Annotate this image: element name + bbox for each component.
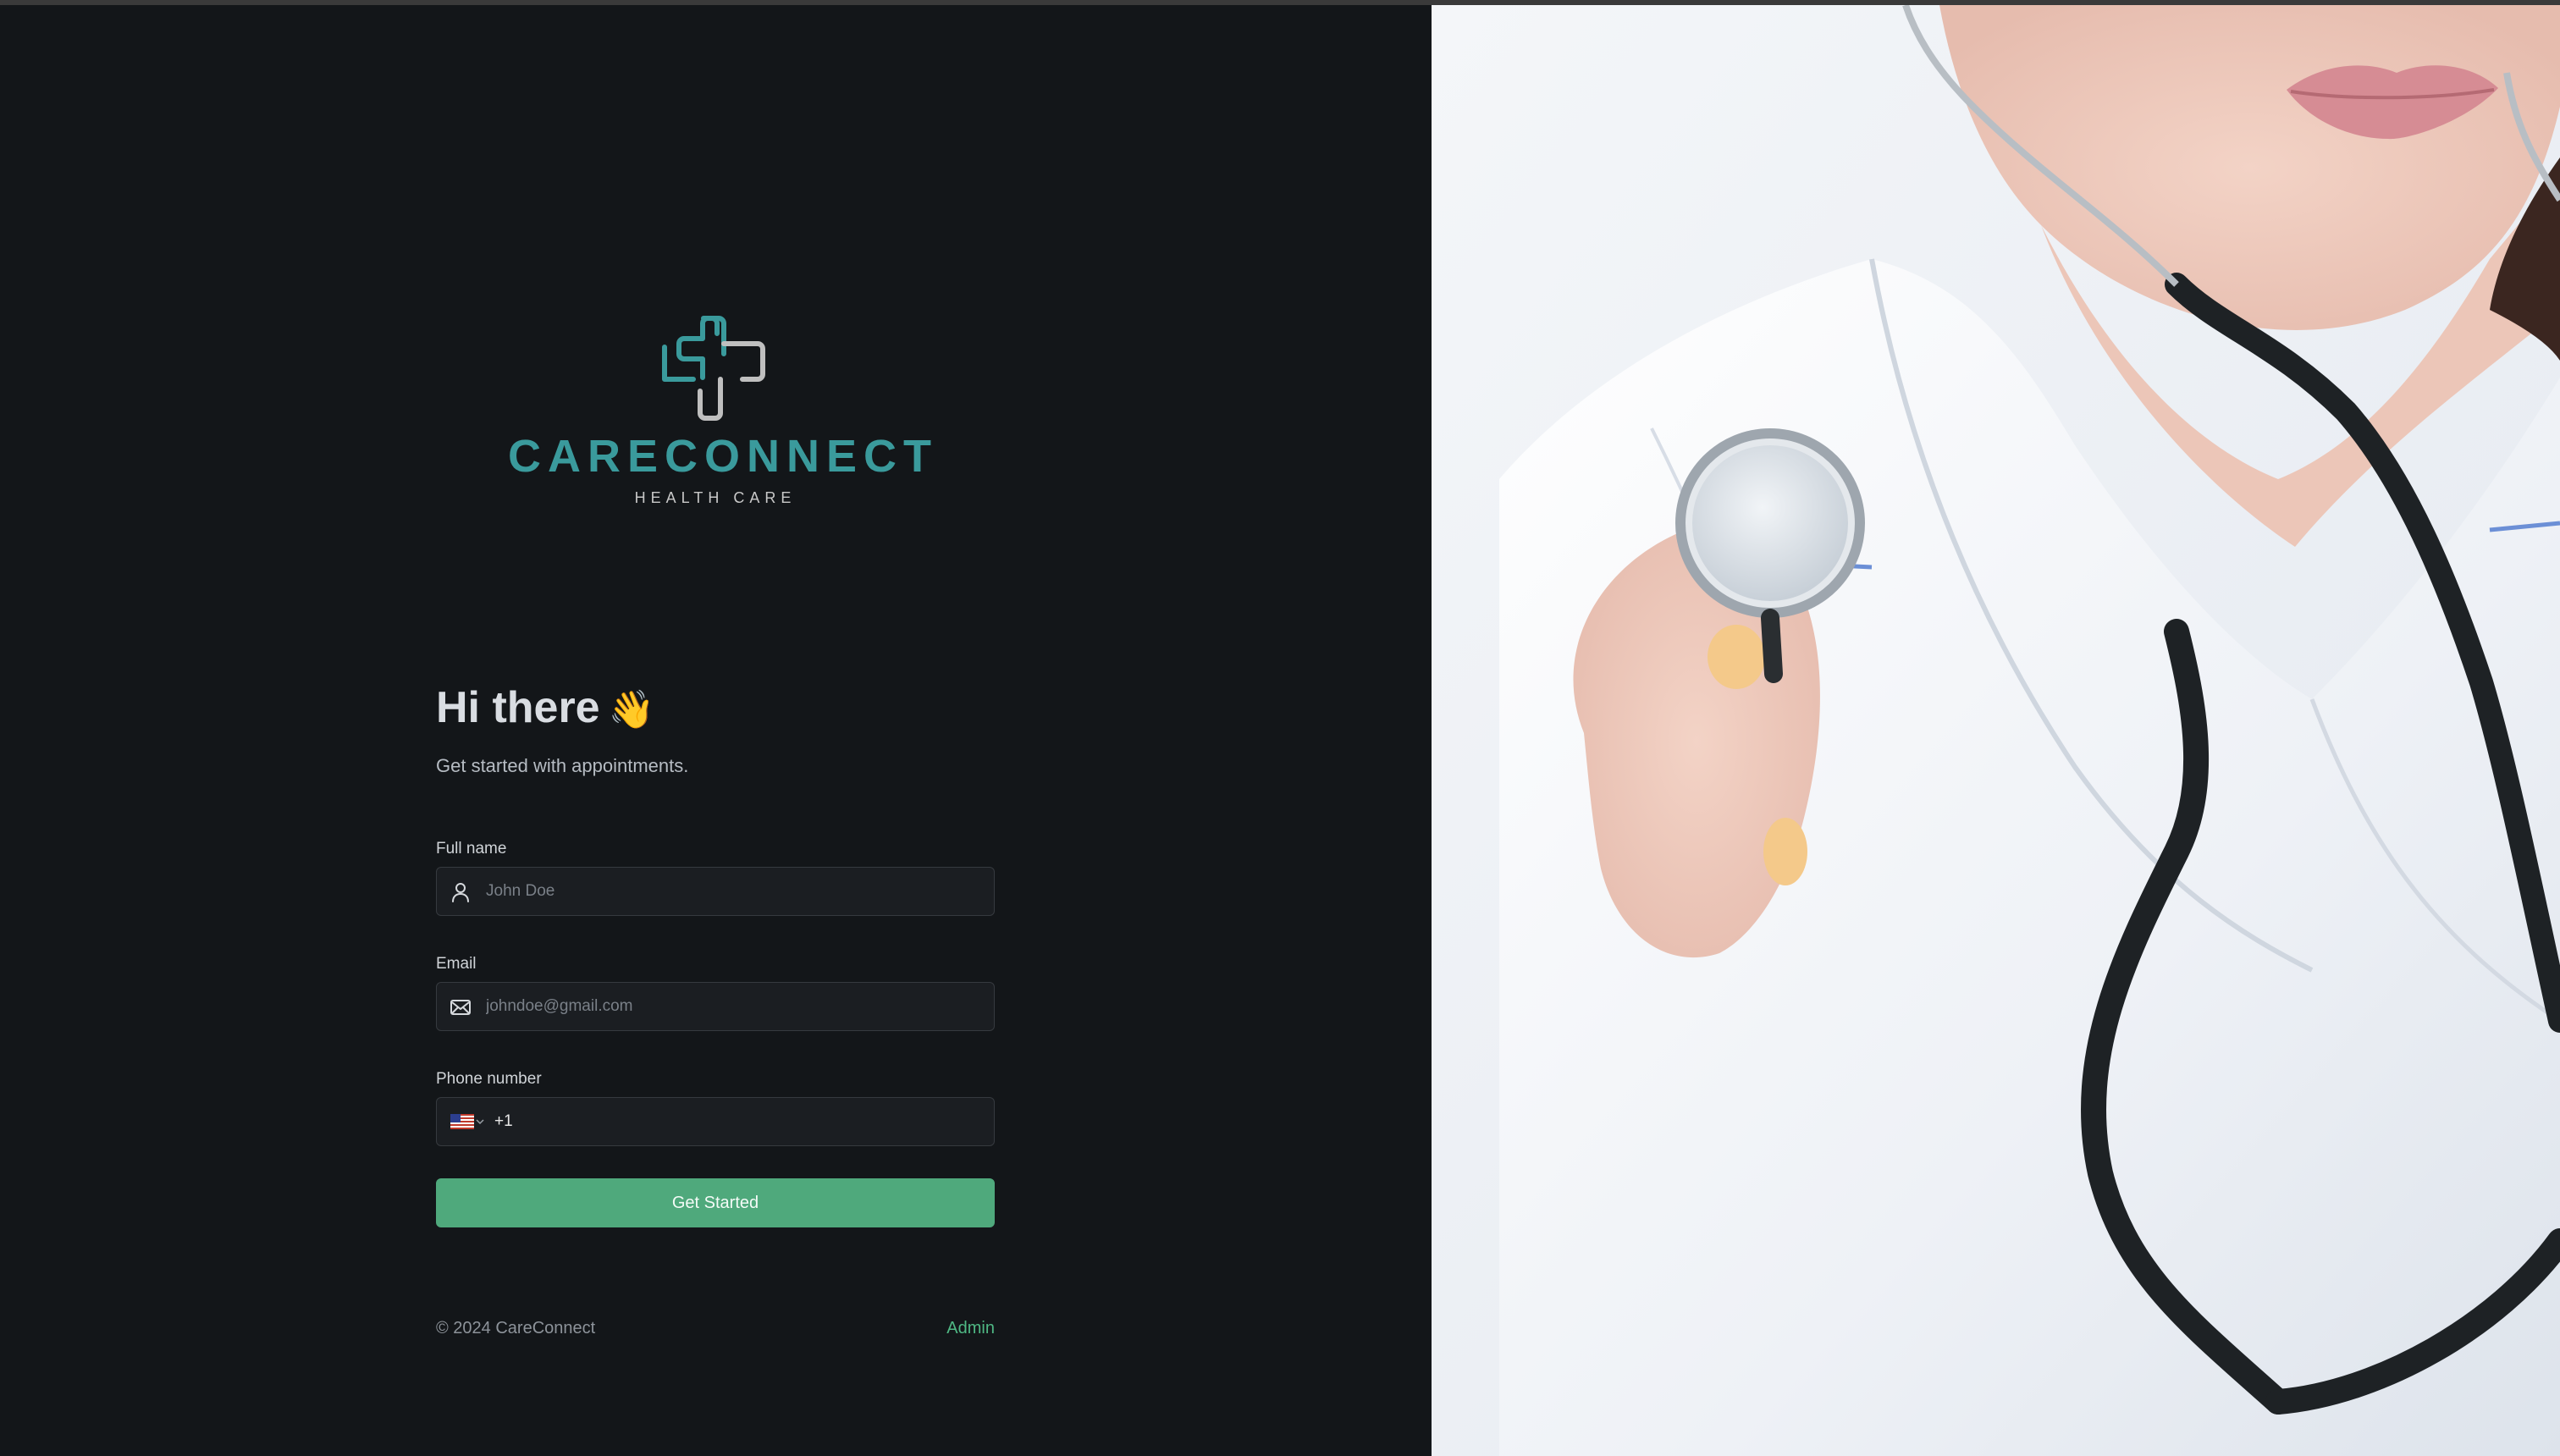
full-name-label: Full name: [436, 840, 507, 858]
get-started-button[interactable]: Get Started: [436, 1178, 995, 1227]
phone-dial-code: +1: [494, 1112, 513, 1130]
hero-image-panel: [1432, 5, 2560, 1456]
mail-icon: [450, 1000, 471, 1015]
page-title: Hi there 👋: [436, 682, 654, 733]
doctor-stethoscope-photo: [1432, 5, 2560, 1456]
email-input[interactable]: [486, 983, 977, 1030]
brand-tagline: HEALTH CARE: [634, 489, 797, 506]
phone-input[interactable]: [521, 1098, 979, 1145]
page-subtitle: Get started with appointments.: [436, 755, 689, 776]
chevron-down-icon[interactable]: [476, 1117, 484, 1126]
brand-name: CARECONNECT: [508, 431, 939, 482]
us-flag-icon[interactable]: [450, 1114, 474, 1129]
phone-label: Phone number: [436, 1070, 542, 1088]
window-top-border: [0, 0, 2560, 5]
wave-emoji-icon: 👋: [608, 689, 655, 731]
phone-field[interactable]: +1: [436, 1097, 995, 1146]
email-label: Email: [436, 955, 477, 973]
admin-link[interactable]: Admin: [946, 1319, 995, 1338]
user-icon: [452, 883, 469, 902]
copyright-text: © 2024 CareConnect: [436, 1319, 596, 1337]
medical-cross-logo-icon: [662, 316, 765, 421]
full-name-field[interactable]: [436, 867, 995, 916]
full-name-input[interactable]: [486, 868, 977, 915]
email-field[interactable]: [436, 982, 995, 1031]
brand-logo: CARECONNECT HEALTH CARE: [508, 310, 939, 513]
signup-panel: CARECONNECT HEALTH CARE Hi there 👋 Get st…: [0, 5, 1432, 1456]
greeting-text: Hi there: [436, 683, 600, 732]
